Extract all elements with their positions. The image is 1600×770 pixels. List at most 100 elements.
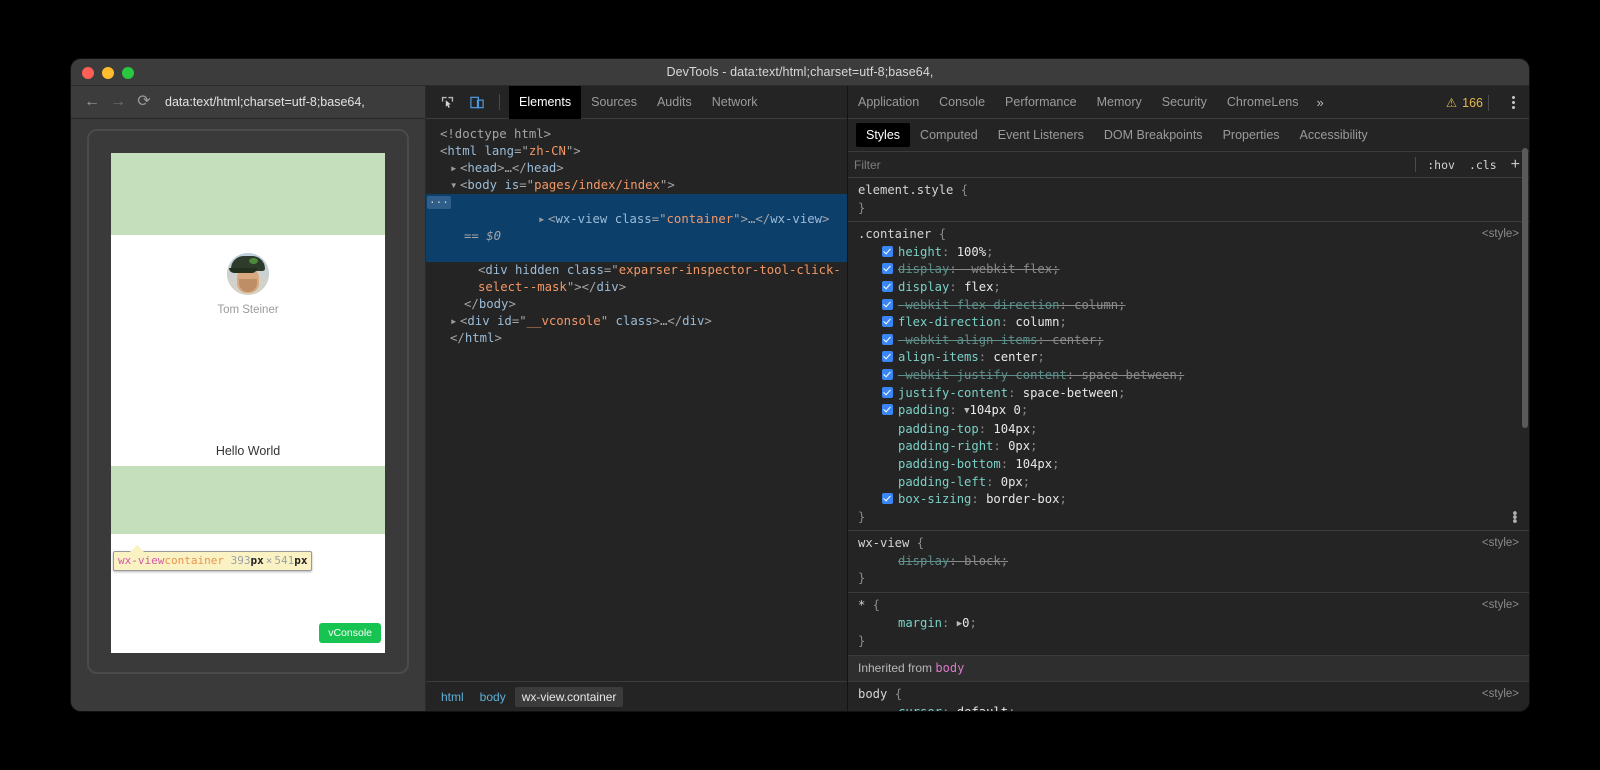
property-name[interactable]: align-items: [898, 350, 979, 364]
maximize-window-button[interactable]: [122, 67, 134, 79]
property-name[interactable]: padding: [898, 403, 949, 417]
property-name[interactable]: flex-direction: [898, 315, 1001, 329]
css-declaration-sub[interactable]: padding-right: 0px;: [848, 438, 1529, 456]
property-value[interactable]: block: [964, 554, 1001, 568]
css-declaration[interactable]: display: flex;: [848, 279, 1529, 297]
warning-counter[interactable]: ⚠ 166: [1446, 86, 1483, 119]
address-bar[interactable]: data:text/html;charset=utf-8;base64,: [165, 95, 365, 109]
toggle-class-button[interactable]: .cls: [1466, 157, 1500, 173]
property-value[interactable]: 104px: [993, 422, 1030, 436]
css-declaration[interactable]: display: block;: [848, 553, 1529, 571]
tab-elements[interactable]: Elements: [509, 86, 581, 119]
property-value[interactable]: 0px: [1001, 475, 1023, 489]
inherited-selector-link[interactable]: body: [935, 661, 964, 675]
property-value[interactable]: space-between: [1023, 386, 1118, 400]
dom-line-doctype[interactable]: <!doctype html>: [426, 126, 847, 143]
declaration-checkbox[interactable]: [882, 404, 893, 415]
css-declaration-sub[interactable]: padding-bottom: 104px;: [848, 456, 1529, 474]
rule-selector-line[interactable]: wx-view {: [848, 535, 1529, 553]
css-declaration[interactable]: padding: ▼104px 0;: [848, 402, 1529, 421]
tab-styles[interactable]: Styles: [856, 123, 910, 147]
device-toolbar-icon[interactable]: [464, 89, 490, 115]
declaration-checkbox[interactable]: [882, 281, 893, 292]
tab-console[interactable]: Console: [929, 86, 995, 119]
chevron-double-right-icon[interactable]: »: [1308, 95, 1331, 110]
kebab-menu-icon[interactable]: [1512, 86, 1515, 119]
styles-filter-input[interactable]: [854, 158, 1407, 172]
css-declaration[interactable]: margin: ▶0;: [848, 615, 1529, 634]
declaration-checkbox[interactable]: [882, 316, 893, 327]
css-declaration[interactable]: display: -webkit-flex;: [848, 261, 1529, 279]
toggle-hover-state-button[interactable]: :hov: [1424, 157, 1458, 173]
dom-line-mask-div[interactable]: <div hidden class="exparser-inspector-to…: [426, 262, 847, 279]
declaration-checkbox[interactable]: [882, 334, 893, 345]
declaration-checkbox[interactable]: [882, 387, 893, 398]
rule-selector-line[interactable]: element.style {: [848, 182, 1529, 200]
property-name[interactable]: padding-top: [898, 422, 979, 436]
rule-selector-line[interactable]: * {: [848, 597, 1529, 615]
property-name[interactable]: box-sizing: [898, 492, 971, 506]
dom-line-html-open[interactable]: <html lang="zh-CN">: [426, 143, 847, 160]
property-value[interactable]: border-box: [986, 492, 1059, 506]
property-value[interactable]: 104px 0: [969, 403, 1020, 417]
css-rule-element-style[interactable]: element.style { }: [848, 178, 1529, 222]
css-declaration[interactable]: -webkit-justify-content: space-between;: [848, 367, 1529, 385]
declaration-checkbox[interactable]: [882, 246, 893, 257]
styles-scrollbar[interactable]: [1522, 148, 1528, 428]
vconsole-button[interactable]: vConsole: [319, 623, 381, 643]
breadcrumb-item-wx-view-container[interactable]: wx-view.container: [515, 687, 624, 707]
property-name[interactable]: margin: [898, 616, 942, 630]
tab-network[interactable]: Network: [702, 86, 768, 119]
css-declaration[interactable]: -webkit-align-items: center;: [848, 332, 1529, 350]
rule-selector-line[interactable]: body {: [848, 686, 1529, 704]
inspect-element-icon[interactable]: [434, 89, 460, 115]
property-name[interactable]: -webkit-justify-content: [898, 368, 1067, 382]
expand-triangle-icon[interactable]: ▸: [450, 160, 460, 177]
property-value[interactable]: center: [993, 350, 1037, 364]
tab-memory[interactable]: Memory: [1087, 86, 1152, 119]
css-rule-container[interactable]: <style> .container { height: 100%; displ…: [848, 222, 1529, 531]
property-value[interactable]: column: [1015, 315, 1059, 329]
tab-sources[interactable]: Sources: [581, 86, 647, 119]
dom-line-wx-view-selected[interactable]: ···▸<wx-view class="container">…</wx-vie…: [426, 194, 847, 262]
property-name[interactable]: display: [898, 280, 949, 294]
property-name[interactable]: justify-content: [898, 386, 1008, 400]
tab-properties[interactable]: Properties: [1213, 123, 1290, 147]
rule-selector-line[interactable]: .container {: [848, 226, 1529, 244]
css-declaration[interactable]: -webkit-flex-direction: column;: [848, 297, 1529, 315]
property-value[interactable]: 0px: [1008, 439, 1030, 453]
css-declaration-sub[interactable]: padding-top: 104px;: [848, 421, 1529, 439]
tab-application[interactable]: Application: [848, 86, 929, 119]
head-ellipsis[interactable]: …: [504, 161, 511, 175]
back-arrow-icon[interactable]: ←: [79, 89, 105, 115]
property-value[interactable]: -webkit-flex: [964, 262, 1052, 276]
expand-triangle-icon[interactable]: ▸: [538, 211, 548, 228]
css-declaration[interactable]: height: 100%;: [848, 244, 1529, 262]
declaration-checkbox[interactable]: [882, 493, 893, 504]
forward-arrow-icon[interactable]: →: [105, 89, 131, 115]
new-style-rule-button[interactable]: +: [1508, 159, 1523, 171]
property-value[interactable]: 100%: [957, 245, 986, 259]
property-name[interactable]: padding-left: [898, 475, 986, 489]
css-declaration[interactable]: box-sizing: border-box;: [848, 491, 1529, 509]
property-value[interactable]: space-between: [1081, 368, 1176, 382]
property-name[interactable]: display: [898, 554, 949, 568]
property-name[interactable]: display: [898, 262, 949, 276]
property-name[interactable]: -webkit-flex-direction: [898, 298, 1059, 312]
css-declaration[interactable]: flex-direction: column;: [848, 314, 1529, 332]
reload-icon[interactable]: ⟳: [131, 89, 157, 115]
tab-dom-breakpoints[interactable]: DOM Breakpoints: [1094, 123, 1213, 147]
property-name[interactable]: padding-right: [898, 439, 993, 453]
rule-more-options-icon[interactable]: •••: [1511, 513, 1515, 525]
property-name[interactable]: cursor: [898, 705, 942, 711]
css-rule-universal[interactable]: <style> * { margin: ▶0; }: [848, 593, 1529, 656]
property-value[interactable]: center: [1052, 333, 1096, 347]
tab-accessibility[interactable]: Accessibility: [1290, 123, 1378, 147]
close-window-button[interactable]: [82, 67, 94, 79]
tab-audits[interactable]: Audits: [647, 86, 702, 119]
declaration-checkbox[interactable]: [882, 369, 893, 380]
property-value[interactable]: flex: [964, 280, 993, 294]
css-rules-list[interactable]: element.style { } <style> .container { h…: [848, 178, 1529, 711]
declaration-checkbox[interactable]: [882, 263, 893, 274]
property-value[interactable]: column: [1074, 298, 1118, 312]
